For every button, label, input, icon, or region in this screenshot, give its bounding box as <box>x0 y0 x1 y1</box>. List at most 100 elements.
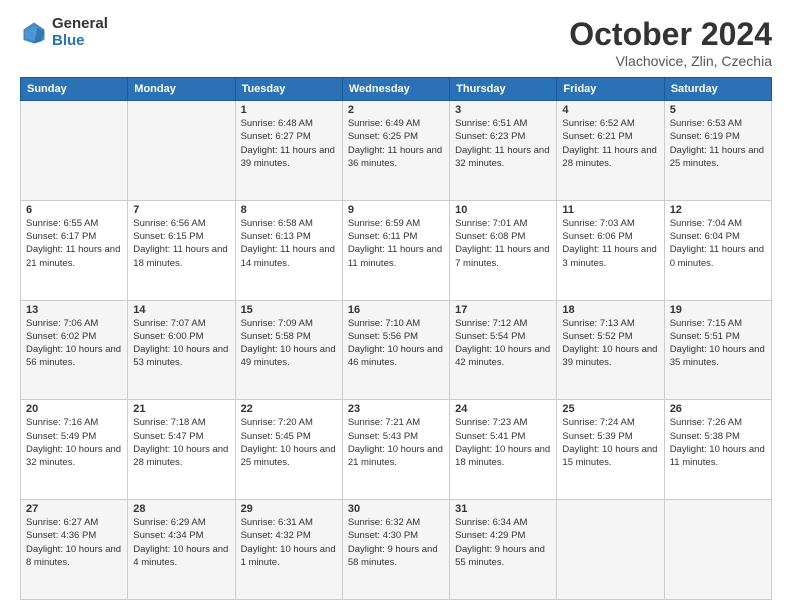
day-of-week-thursday: Thursday <box>450 78 557 101</box>
sunrise: Sunrise: 7:13 AM <box>562 317 658 330</box>
sunrise: Sunrise: 7:18 AM <box>133 416 229 429</box>
sunrise: Sunrise: 6:34 AM <box>455 516 551 529</box>
sunrise: Sunrise: 7:24 AM <box>562 416 658 429</box>
day-cell: 8Sunrise: 6:58 AMSunset: 6:13 PMDaylight… <box>235 200 342 300</box>
day-cell: 17Sunrise: 7:12 AMSunset: 5:54 PMDayligh… <box>450 300 557 400</box>
daylight-hours: Daylight: 11 hours and 25 minutes. <box>670 144 766 171</box>
day-cell: 31Sunrise: 6:34 AMSunset: 4:29 PMDayligh… <box>450 500 557 600</box>
day-number: 16 <box>348 304 444 316</box>
day-info: Sunrise: 7:03 AMSunset: 6:06 PMDaylight:… <box>562 217 658 270</box>
days-of-week-row: SundayMondayTuesdayWednesdayThursdayFrid… <box>21 78 772 101</box>
day-number: 4 <box>562 104 658 116</box>
sunrise: Sunrise: 7:04 AM <box>670 217 766 230</box>
day-info: Sunrise: 7:20 AMSunset: 5:45 PMDaylight:… <box>241 416 337 469</box>
day-info: Sunrise: 7:07 AMSunset: 6:00 PMDaylight:… <box>133 317 229 370</box>
sunrise: Sunrise: 7:07 AM <box>133 317 229 330</box>
sunset: Sunset: 4:32 PM <box>241 529 337 542</box>
day-number: 8 <box>241 204 337 216</box>
daylight-hours: Daylight: 11 hours and 11 minutes. <box>348 243 444 270</box>
daylight-hours: Daylight: 10 hours and 28 minutes. <box>133 443 229 470</box>
sunset: Sunset: 6:19 PM <box>670 130 766 143</box>
day-info: Sunrise: 7:04 AMSunset: 6:04 PMDaylight:… <box>670 217 766 270</box>
day-info: Sunrise: 6:56 AMSunset: 6:15 PMDaylight:… <box>133 217 229 270</box>
logo-blue-text: Blue <box>52 33 108 50</box>
sunset: Sunset: 6:00 PM <box>133 330 229 343</box>
day-info: Sunrise: 7:21 AMSunset: 5:43 PMDaylight:… <box>348 416 444 469</box>
sunset: Sunset: 4:29 PM <box>455 529 551 542</box>
day-info: Sunrise: 7:13 AMSunset: 5:52 PMDaylight:… <box>562 317 658 370</box>
daylight-hours: Daylight: 11 hours and 0 minutes. <box>670 243 766 270</box>
day-cell: 13Sunrise: 7:06 AMSunset: 6:02 PMDayligh… <box>21 300 128 400</box>
sunrise: Sunrise: 7:26 AM <box>670 416 766 429</box>
day-of-week-monday: Monday <box>128 78 235 101</box>
sunset: Sunset: 5:58 PM <box>241 330 337 343</box>
sunset: Sunset: 4:30 PM <box>348 529 444 542</box>
day-number: 2 <box>348 104 444 116</box>
day-cell: 28Sunrise: 6:29 AMSunset: 4:34 PMDayligh… <box>128 500 235 600</box>
day-cell: 25Sunrise: 7:24 AMSunset: 5:39 PMDayligh… <box>557 400 664 500</box>
sunrise: Sunrise: 6:49 AM <box>348 117 444 130</box>
day-number: 27 <box>26 503 122 515</box>
daylight-hours: Daylight: 10 hours and 39 minutes. <box>562 343 658 370</box>
day-info: Sunrise: 6:59 AMSunset: 6:11 PMDaylight:… <box>348 217 444 270</box>
day-info: Sunrise: 7:24 AMSunset: 5:39 PMDaylight:… <box>562 416 658 469</box>
sunset: Sunset: 5:41 PM <box>455 430 551 443</box>
sunset: Sunset: 4:36 PM <box>26 529 122 542</box>
day-cell: 29Sunrise: 6:31 AMSunset: 4:32 PMDayligh… <box>235 500 342 600</box>
sunrise: Sunrise: 6:27 AM <box>26 516 122 529</box>
day-info: Sunrise: 7:16 AMSunset: 5:49 PMDaylight:… <box>26 416 122 469</box>
day-info: Sunrise: 6:27 AMSunset: 4:36 PMDaylight:… <box>26 516 122 569</box>
daylight-hours: Daylight: 11 hours and 7 minutes. <box>455 243 551 270</box>
sunset: Sunset: 6:11 PM <box>348 230 444 243</box>
day-number: 26 <box>670 403 766 415</box>
sunrise: Sunrise: 7:15 AM <box>670 317 766 330</box>
sunrise: Sunrise: 7:16 AM <box>26 416 122 429</box>
day-info: Sunrise: 6:48 AMSunset: 6:27 PMDaylight:… <box>241 117 337 170</box>
day-number: 21 <box>133 403 229 415</box>
day-info: Sunrise: 7:23 AMSunset: 5:41 PMDaylight:… <box>455 416 551 469</box>
day-of-week-friday: Friday <box>557 78 664 101</box>
day-number: 14 <box>133 304 229 316</box>
sunset: Sunset: 6:06 PM <box>562 230 658 243</box>
day-cell: 6Sunrise: 6:55 AMSunset: 6:17 PMDaylight… <box>21 200 128 300</box>
day-info: Sunrise: 6:34 AMSunset: 4:29 PMDaylight:… <box>455 516 551 569</box>
logo-icon <box>20 19 48 47</box>
day-cell: 18Sunrise: 7:13 AMSunset: 5:52 PMDayligh… <box>557 300 664 400</box>
day-cell: 27Sunrise: 6:27 AMSunset: 4:36 PMDayligh… <box>21 500 128 600</box>
day-cell: 9Sunrise: 6:59 AMSunset: 6:11 PMDaylight… <box>342 200 449 300</box>
sunrise: Sunrise: 7:09 AM <box>241 317 337 330</box>
day-of-week-tuesday: Tuesday <box>235 78 342 101</box>
day-number: 10 <box>455 204 551 216</box>
sunset: Sunset: 6:23 PM <box>455 130 551 143</box>
day-number: 9 <box>348 204 444 216</box>
day-cell: 21Sunrise: 7:18 AMSunset: 5:47 PMDayligh… <box>128 400 235 500</box>
sunset: Sunset: 6:15 PM <box>133 230 229 243</box>
calendar-body: 1Sunrise: 6:48 AMSunset: 6:27 PMDaylight… <box>21 101 772 600</box>
location: Vlachovice, Zlin, Czechia <box>569 53 772 69</box>
daylight-hours: Daylight: 9 hours and 58 minutes. <box>348 543 444 570</box>
day-number: 6 <box>26 204 122 216</box>
sunset: Sunset: 6:04 PM <box>670 230 766 243</box>
day-cell: 11Sunrise: 7:03 AMSunset: 6:06 PMDayligh… <box>557 200 664 300</box>
day-number: 28 <box>133 503 229 515</box>
day-number: 18 <box>562 304 658 316</box>
day-info: Sunrise: 6:58 AMSunset: 6:13 PMDaylight:… <box>241 217 337 270</box>
sunset: Sunset: 6:08 PM <box>455 230 551 243</box>
day-cell: 16Sunrise: 7:10 AMSunset: 5:56 PMDayligh… <box>342 300 449 400</box>
day-cell: 5Sunrise: 6:53 AMSunset: 6:19 PMDaylight… <box>664 101 771 201</box>
day-number: 25 <box>562 403 658 415</box>
daylight-hours: Daylight: 10 hours and 49 minutes. <box>241 343 337 370</box>
day-cell: 20Sunrise: 7:16 AMSunset: 5:49 PMDayligh… <box>21 400 128 500</box>
day-number: 7 <box>133 204 229 216</box>
sunrise: Sunrise: 7:23 AM <box>455 416 551 429</box>
daylight-hours: Daylight: 10 hours and 21 minutes. <box>348 443 444 470</box>
day-cell <box>664 500 771 600</box>
daylight-hours: Daylight: 11 hours and 32 minutes. <box>455 144 551 171</box>
day-cell: 22Sunrise: 7:20 AMSunset: 5:45 PMDayligh… <box>235 400 342 500</box>
day-cell: 19Sunrise: 7:15 AMSunset: 5:51 PMDayligh… <box>664 300 771 400</box>
daylight-hours: Daylight: 10 hours and 32 minutes. <box>26 443 122 470</box>
sunrise: Sunrise: 7:10 AM <box>348 317 444 330</box>
day-number: 3 <box>455 104 551 116</box>
day-number: 13 <box>26 304 122 316</box>
daylight-hours: Daylight: 10 hours and 56 minutes. <box>26 343 122 370</box>
